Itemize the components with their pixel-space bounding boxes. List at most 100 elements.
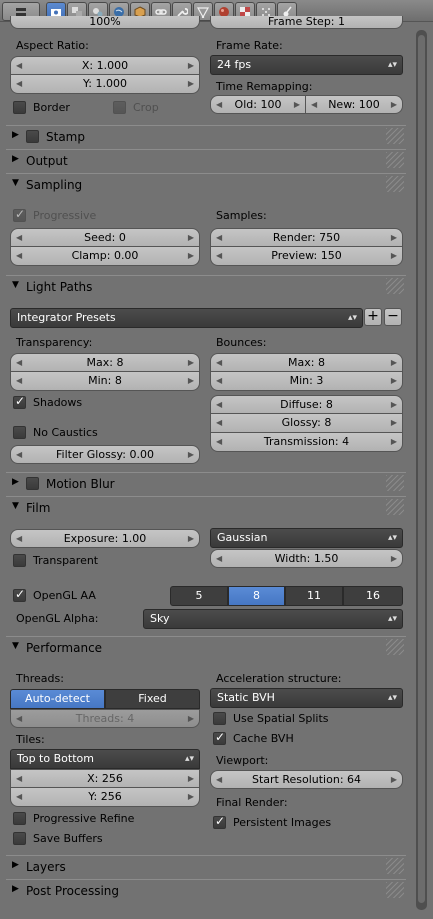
panel-film-header[interactable]: ▼ Film [6,496,406,519]
increment-arrow-icon[interactable]: ▶ [391,414,397,431]
decrement-arrow-icon[interactable]: ◀ [16,710,22,727]
increment-arrow-icon[interactable]: ▶ [391,771,397,788]
tile-x-field[interactable]: ◀ X: 256 ▶ [10,769,200,788]
frame-rate-dropdown[interactable]: 24 fps ▴▾ [210,55,403,75]
decrement-arrow-icon[interactable]: ◀ [16,57,22,74]
resolution-percent-field[interactable]: 100% [10,16,200,29]
decrement-arrow-icon[interactable]: ◀ [216,372,222,389]
aa-samples-16-button[interactable]: 16 [343,586,403,606]
threads-fixed-button[interactable]: Fixed [105,689,200,709]
border-checkbox[interactable] [13,101,26,114]
exposure-field[interactable]: ◀ Exposure: 1.00 ▶ [10,529,200,548]
drag-grip-icon[interactable] [386,475,404,491]
increment-arrow-icon[interactable]: ▶ [391,550,397,567]
aspect-x-field[interactable]: ◀ X: 1.000 ▶ [10,56,200,75]
preview-samples-field[interactable]: ◀ Preview: 150 ▶ [210,247,403,266]
panel-light-paths-header[interactable]: ▼ Light Paths [6,275,406,298]
crop-checkbox[interactable] [113,101,126,114]
increment-arrow-icon[interactable]: ▶ [188,710,194,727]
persistent-images-checkbox[interactable] [213,814,226,829]
drag-grip-icon[interactable] [386,499,404,515]
drag-grip-icon[interactable] [386,176,404,192]
transparency-max-field[interactable]: ◀ Max: 8 ▶ [10,353,200,372]
increment-arrow-icon[interactable]: ▶ [391,372,397,389]
threads-count-field[interactable]: ◀ Threads: 4 ▶ [10,709,200,728]
panel-output-header[interactable]: ▶ Output [6,149,406,172]
seed-field[interactable]: ◀ Seed: 0 ▶ [10,228,200,247]
decrement-arrow-icon[interactable]: ◀ [16,247,22,264]
shadows-checkbox[interactable] [13,394,26,409]
time-new-field[interactable]: ◀ New: 100 ▶ [306,95,403,114]
decrement-arrow-icon[interactable]: ◀ [16,372,22,389]
filter-width-field[interactable]: ◀ Width: 1.50 ▶ [210,549,403,568]
opengl-aa-checkbox[interactable] [13,587,26,602]
aa-samples-5-button[interactable]: 5 [170,586,228,606]
increment-arrow-icon[interactable]: ▶ [391,96,397,113]
diffuse-bounces-field[interactable]: ◀ Diffuse: 8 ▶ [210,395,403,414]
save-buffers-checkbox[interactable] [13,832,26,845]
bounces-max-field[interactable]: ◀ Max: 8 ▶ [210,353,403,372]
stamp-enable-checkbox[interactable] [26,130,39,143]
aa-samples-8-button[interactable]: 8 [228,586,285,606]
panel-performance-header[interactable]: ▼ Performance [6,636,406,659]
glossy-bounces-field[interactable]: ◀ Glossy: 8 ▶ [210,414,403,433]
drag-grip-icon[interactable] [386,858,404,874]
increment-arrow-icon[interactable]: ▶ [188,354,194,371]
acceleration-structure-dropdown[interactable]: Static BVH ▴▾ [210,688,403,708]
add-preset-button[interactable]: + [364,308,382,326]
decrement-arrow-icon[interactable]: ◀ [216,550,222,567]
render-samples-field[interactable]: ◀ Render: 750 ▶ [210,228,403,247]
increment-arrow-icon[interactable]: ▶ [391,396,397,413]
decrement-arrow-icon[interactable]: ◀ [16,229,22,246]
filter-type-dropdown[interactable]: Gaussian ▴▾ [210,528,403,548]
increment-arrow-icon[interactable]: ▶ [188,788,194,805]
decrement-arrow-icon[interactable]: ◀ [216,96,222,113]
decrement-arrow-icon[interactable]: ◀ [16,446,22,463]
bounces-min-field[interactable]: ◀ Min: 3 ▶ [210,372,403,391]
drag-grip-icon[interactable] [386,278,404,294]
frame-step-field[interactable]: Frame Step: 1 [210,16,403,29]
increment-arrow-icon[interactable]: ▶ [188,57,194,74]
increment-arrow-icon[interactable]: ▶ [391,354,397,371]
increment-arrow-icon[interactable]: ▶ [294,96,300,113]
scrollbar-thumb[interactable] [418,35,425,903]
aa-samples-11-button[interactable]: 11 [285,586,343,606]
increment-arrow-icon[interactable]: ▶ [391,433,397,450]
transmission-bounces-field[interactable]: ◀ Transmission: 4 ▶ [210,433,403,452]
decrement-arrow-icon[interactable]: ◀ [216,433,222,450]
opengl-alpha-dropdown[interactable]: Sky ▴▾ [143,609,403,629]
panel-sampling-header[interactable]: ▼ Sampling [6,173,406,196]
progressive-checkbox[interactable] [13,207,26,222]
decrement-arrow-icon[interactable]: ◀ [216,247,222,264]
increment-arrow-icon[interactable]: ▶ [188,770,194,787]
cache-bvh-checkbox[interactable] [213,730,226,745]
panel-stamp-header[interactable]: ▶ Stamp [6,125,406,148]
drag-grip-icon[interactable] [386,882,404,898]
decrement-arrow-icon[interactable]: ◀ [311,96,317,113]
increment-arrow-icon[interactable]: ▶ [188,530,194,547]
increment-arrow-icon[interactable]: ▶ [188,247,194,264]
decrement-arrow-icon[interactable]: ◀ [216,229,222,246]
decrement-arrow-icon[interactable]: ◀ [16,788,22,805]
transparent-checkbox[interactable] [13,554,26,567]
decrement-arrow-icon[interactable]: ◀ [216,771,222,788]
time-old-field[interactable]: ◀ Old: 100 ▶ [210,95,306,114]
integrator-presets-dropdown[interactable]: Integrator Presets ▴▾ [10,308,363,328]
increment-arrow-icon[interactable]: ▶ [188,75,194,92]
panel-motion-blur-header[interactable]: ▶ Motion Blur [6,472,406,495]
drag-grip-icon[interactable] [386,128,404,144]
decrement-arrow-icon[interactable]: ◀ [16,530,22,547]
remove-preset-button[interactable]: − [384,308,402,326]
panel-layers-header[interactable]: ▶ Layers [6,855,406,878]
decrement-arrow-icon[interactable]: ◀ [16,75,22,92]
progressive-refine-checkbox[interactable] [13,812,26,825]
drag-grip-icon[interactable] [386,639,404,655]
start-resolution-field[interactable]: ◀ Start Resolution: 64 ▶ [210,770,403,789]
decrement-arrow-icon[interactable]: ◀ [216,414,222,431]
threads-auto-detect-button[interactable]: Auto-detect [10,689,105,709]
decrement-arrow-icon[interactable]: ◀ [16,770,22,787]
filter-glossy-field[interactable]: ◀ Filter Glossy: 0.00 ▶ [10,445,200,464]
tile-y-field[interactable]: ◀ Y: 256 ▶ [10,788,200,807]
use-spatial-splits-checkbox[interactable] [213,712,226,725]
motion-blur-enable-checkbox[interactable] [26,477,39,490]
